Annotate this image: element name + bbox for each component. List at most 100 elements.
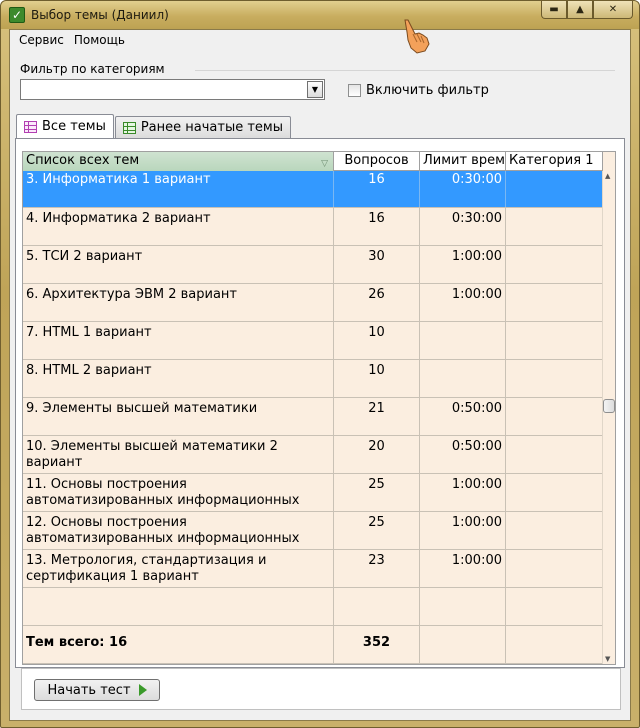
window-title: Выбор темы (Даниил)	[31, 8, 169, 22]
questions-cell: 16	[334, 208, 420, 245]
questions-cell: 23	[334, 550, 420, 587]
category-filter-group: Фильтр по категориям ▼ Включить фильтр	[20, 62, 620, 106]
column-header-label: Список всех тем	[26, 153, 140, 168]
chevron-down-icon[interactable]: ▼	[307, 81, 323, 98]
column-header-time-limit[interactable]: Лимит времени	[420, 152, 506, 171]
hand-cursor-icon	[404, 19, 430, 54]
total-label: Тем всего: 16	[23, 626, 334, 663]
table-row[interactable]: 8. HTML 2 вариант 10	[23, 360, 603, 398]
topic-name-cell: 9. Элементы высшей математики	[23, 398, 334, 435]
start-test-label: Начать тест	[47, 682, 131, 698]
app-check-icon: ✓	[9, 7, 25, 23]
enable-filter-checkbox[interactable]	[348, 84, 361, 97]
enable-filter-label: Включить фильтр	[366, 83, 489, 98]
tab-started-topics[interactable]: Ранее начатые темы	[114, 116, 291, 138]
time-limit-cell: 1:00:00	[420, 550, 506, 587]
title-bar[interactable]: ✓ Выбор темы (Даниил) ▬ ▲ ✕	[1, 1, 639, 29]
column-header-questions[interactable]: Вопросов	[334, 152, 420, 171]
table-row[interactable]: 13. Метрология, стандартизация и сертифи…	[23, 550, 603, 588]
filter-legend: Фильтр по категориям	[20, 62, 165, 76]
time-limit-cell: 0:30:00	[420, 208, 506, 245]
maximize-button[interactable]: ▲	[567, 1, 593, 19]
category-cell	[506, 512, 603, 549]
table-row[interactable]: 9. Элементы высшей математики 21 0:50:00	[23, 398, 603, 436]
topic-name-cell: 10. Элементы высшей математики 2 вариант	[23, 436, 334, 473]
table-row[interactable]: 11. Основы построения автоматизированных…	[23, 474, 603, 512]
time-limit-cell: 1:00:00	[420, 246, 506, 283]
sort-descending-icon: ▽	[321, 159, 328, 169]
column-header-label: Категория 1	[509, 153, 594, 168]
scroll-up-icon[interactable]: ▲	[605, 172, 610, 180]
scrollbar-thumb[interactable]	[603, 399, 615, 413]
questions-cell: 10	[334, 322, 420, 359]
topic-name-cell: 7. HTML 1 вариант	[23, 322, 334, 359]
topic-name-cell: 8. HTML 2 вариант	[23, 360, 334, 397]
time-limit-cell: 1:00:00	[420, 474, 506, 511]
total-row: Тем всего: 16 352	[23, 626, 603, 664]
time-limit-cell: 0:50:00	[420, 398, 506, 435]
play-icon	[138, 684, 147, 696]
close-button[interactable]: ✕	[593, 1, 633, 19]
topics-grid: Список всех тем ▽ Вопросов Лимит времени…	[22, 151, 616, 665]
grid-header: Список всех тем ▽ Вопросов Лимит времени…	[23, 152, 603, 171]
category-cell	[506, 398, 603, 435]
time-limit-cell: 1:00:00	[420, 284, 506, 321]
column-header-category[interactable]: Категория 1	[506, 152, 603, 171]
questions-cell: 20	[334, 436, 420, 473]
total-empty-cell	[506, 626, 603, 663]
category-cell	[506, 322, 603, 359]
time-limit-cell	[420, 588, 506, 625]
category-cell	[506, 360, 603, 397]
table-icon	[24, 120, 37, 133]
table-row[interactable]: 3. Информатика 1 вариант 16 0:30:00	[23, 171, 603, 208]
tab-strip: Все темы Ранее начатые темы	[16, 114, 292, 138]
client-area: Сервис Помощь Фильтр по категориям ▼ Вкл…	[9, 29, 631, 721]
table-row[interactable]: 12. Основы построения автоматизированных…	[23, 512, 603, 550]
menu-service[interactable]: Сервис	[14, 30, 69, 50]
category-cell	[506, 474, 603, 511]
time-limit-cell: 1:00:00	[420, 512, 506, 549]
app-window: ✓ Выбор темы (Даниил) ▬ ▲ ✕ Сервис Помощ…	[0, 0, 640, 728]
topic-name-cell: 12. Основы построения автоматизированных…	[23, 512, 334, 549]
grid-rows: 3. Информатика 1 вариант 16 0:30:00 4. И…	[23, 171, 603, 664]
questions-cell	[334, 588, 420, 625]
questions-cell: 25	[334, 512, 420, 549]
enable-filter-checkbox-wrap[interactable]: Включить фильтр	[348, 83, 489, 98]
table-row[interactable]: 6. Архитектура ЭВМ 2 вариант 26 1:00:00	[23, 284, 603, 322]
minimize-button[interactable]: ▬	[541, 1, 567, 19]
questions-cell: 25	[334, 474, 420, 511]
table-row[interactable]: 7. HTML 1 вариант 10	[23, 322, 603, 360]
questions-cell: 16	[334, 171, 420, 207]
topic-name-cell: 5. ТСИ 2 вариант	[23, 246, 334, 283]
time-limit-cell: 0:30:00	[420, 171, 506, 207]
column-header-label: Вопросов	[344, 153, 409, 168]
time-limit-cell: 0:50:00	[420, 436, 506, 473]
menu-bar: Сервис Помощь	[10, 30, 630, 50]
table-row[interactable]: 5. ТСИ 2 вариант 30 1:00:00	[23, 246, 603, 284]
table-row[interactable]: 10. Элементы высшей математики 2 вариант…	[23, 436, 603, 474]
group-divider	[195, 70, 615, 71]
tab-panel: Список всех тем ▽ Вопросов Лимит времени…	[15, 138, 625, 668]
topic-name-cell: 11. Основы построения автоматизированных…	[23, 474, 334, 511]
category-cell	[506, 208, 603, 245]
table-row[interactable]: 4. Информатика 2 вариант 16 0:30:00	[23, 208, 603, 246]
topic-name-cell: 4. Информатика 2 вариант	[23, 208, 334, 245]
total-questions: 352	[334, 626, 420, 663]
category-cell	[506, 550, 603, 587]
table-row-empty[interactable]	[23, 588, 603, 626]
questions-cell: 30	[334, 246, 420, 283]
category-cell	[506, 588, 603, 625]
tab-all-topics[interactable]: Все темы	[16, 114, 114, 138]
category-cell	[506, 246, 603, 283]
vertical-scrollbar[interactable]: ▲ ▼	[602, 171, 615, 664]
tab-all-topics-label: Все темы	[42, 119, 106, 134]
menu-help[interactable]: Помощь	[69, 30, 130, 50]
total-empty-cell	[420, 626, 506, 663]
start-test-button[interactable]: Начать тест	[34, 679, 160, 701]
questions-cell: 10	[334, 360, 420, 397]
column-header-topic-list[interactable]: Список всех тем ▽	[23, 152, 334, 171]
category-cell	[506, 171, 603, 207]
time-limit-cell	[420, 360, 506, 397]
category-combobox[interactable]: ▼	[20, 79, 325, 100]
scroll-down-icon[interactable]: ▼	[605, 655, 610, 663]
